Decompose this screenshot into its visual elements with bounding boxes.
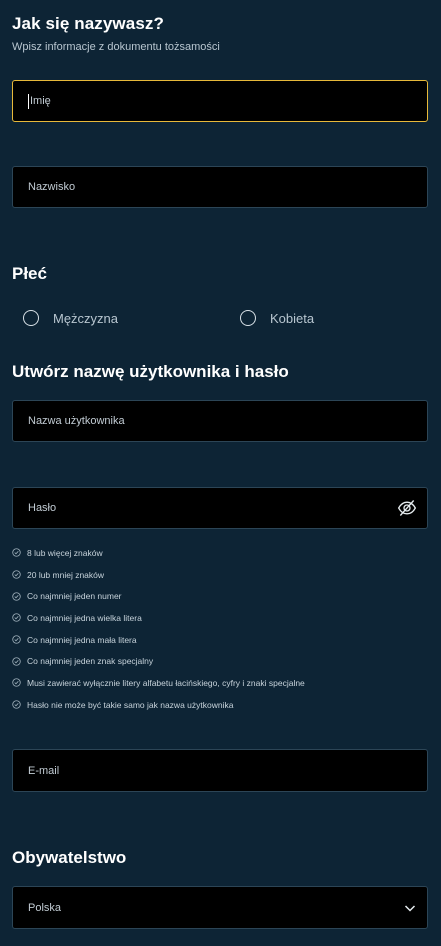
last-name-placeholder: Nazwisko [28,181,76,193]
password-rules-list: 8 lub więcej znaków 20 lub mniej znaków Co… [12,542,305,716]
citizenship-select[interactable]: Polska [12,886,428,929]
password-rule-text: Hasło nie może być takie samo jak nazwa … [27,699,234,710]
name-section-subtitle: Wpisz informacje z dokumentu tożsamości [12,41,220,53]
password-rule-item: 20 lub mniej znaków [12,564,305,586]
username-field[interactable]: Nazwa użytkownika [12,400,428,442]
chevron-down-icon [404,905,416,912]
username-placeholder: Nazwa użytkownika [28,415,125,427]
password-rule-item: Co najmniej jeden znak specjalny [12,650,305,672]
check-circle-icon [12,570,21,579]
check-circle-icon [12,678,21,688]
password-rule-text: 8 lub więcej znaków [27,547,103,558]
first-name-placeholder: Imię [30,95,51,107]
password-rule-item: Co najmniej jedna mała litera [12,629,305,651]
password-field[interactable]: Hasło [12,487,428,529]
eye-slash-icon[interactable] [397,498,417,518]
gender-option-female[interactable]: Kobieta [240,310,314,326]
citizenship-section-title: Obywatelstwo [12,848,127,867]
email-field[interactable]: E-mail [12,749,428,792]
password-rule-item: Co najmniej jedna wielka litera [12,607,305,629]
check-circle-icon [12,592,21,601]
password-rule-text: 20 lub mniej znaków [27,569,105,580]
check-circle-icon [12,700,21,709]
citizenship-selected-value: Polska [28,901,62,914]
password-rule-item: Co najmniej jeden numer [12,585,305,607]
gender-section-title: Płeć [12,264,47,283]
password-rule-text: Co najmniej jedna wielka litera [27,612,142,623]
password-placeholder: Hasło [28,502,57,514]
check-circle-icon [12,635,21,644]
password-rule-text: Co najmniej jeden znak specjalny [27,656,154,667]
gender-option-male[interactable]: Mężczyzna [23,310,118,326]
password-rule-item: Hasło nie może być takie samo jak nazwa … [12,694,305,716]
text-caret [28,94,29,109]
last-name-field[interactable]: Nazwisko [12,166,428,208]
password-rule-text: Co najmniej jeden numer [27,591,122,602]
password-rule-text: Co najmniej jedna mała litera [27,634,137,645]
check-circle-icon [12,613,21,623]
password-rule-item: Musi zawierać wyłącznie litery alfabetu … [12,672,305,694]
gender-option-label: Kobieta [270,310,315,326]
password-rule-text: Musi zawierać wyłącznie litery alfabetu … [27,677,305,688]
gender-option-label: Mężczyzna [53,310,119,326]
radio-circle-icon[interactable] [23,310,39,326]
email-placeholder: E-mail [28,764,60,777]
first-name-field[interactable]: Imię [12,80,428,122]
radio-circle-icon[interactable] [240,310,256,326]
check-circle-icon [12,657,21,666]
check-circle-icon [12,548,21,558]
name-section-title: Jak się nazywasz? [12,14,164,33]
account-section-title: Utwórz nazwę użytkownika i hasło [12,362,289,381]
password-rule-item: 8 lub więcej znaków [12,542,305,564]
